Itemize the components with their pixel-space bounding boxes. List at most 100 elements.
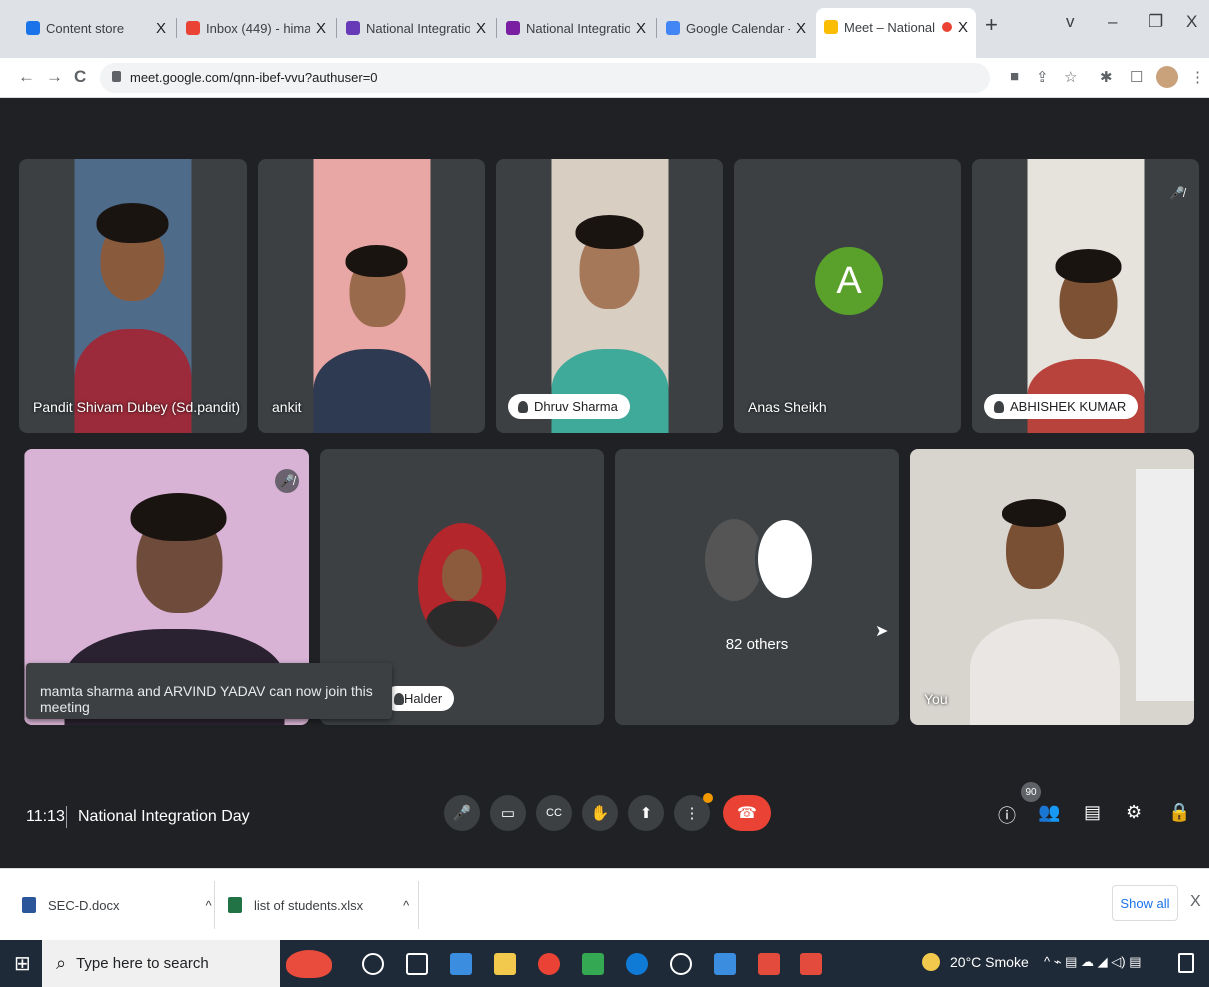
tab-national-integration[interactable]: National Integration D X (498, 10, 654, 46)
back-icon[interactable]: ← (18, 67, 35, 87)
camera-icon[interactable]: ▭ (490, 795, 526, 831)
participant-name-pill: ABHISHEK KUMAR (984, 394, 1139, 419)
lock-icon (112, 71, 121, 82)
menu-icon[interactable]: ⋮ (1190, 68, 1205, 86)
chevron-up-icon[interactable]: ^ (206, 898, 212, 913)
word-file-icon (22, 897, 36, 913)
participant-video (551, 159, 668, 433)
omnibox[interactable]: meet.google.com/qnn-ibef-vvu?authuser=0 (100, 63, 990, 93)
participant-name: ankit (272, 399, 302, 415)
present-icon[interactable]: ⬆ (628, 795, 664, 831)
search-placeholder: Type here to search (76, 955, 209, 972)
profile-avatar[interactable] (1156, 66, 1178, 88)
end-call-button[interactable]: ☎ (723, 795, 771, 831)
participant-video (1027, 159, 1144, 433)
camera-indicator-icon[interactable]: ■ (1010, 68, 1019, 85)
forward-icon[interactable]: → (46, 67, 63, 87)
tab-inbox[interactable]: Inbox (449) - himansh X (178, 10, 334, 46)
close-icon[interactable]: X (316, 20, 326, 37)
close-icon[interactable]: X (958, 19, 968, 36)
info-icon[interactable]: ⓘ (998, 802, 1016, 828)
download-item[interactable]: SEC-D.docx ^ (22, 891, 212, 919)
mic-icon[interactable]: 🎤 (444, 795, 480, 831)
meet-icon (824, 20, 838, 34)
share-icon[interactable]: ⇪ (1036, 68, 1049, 86)
participant-tile[interactable]: ankit (258, 159, 485, 433)
tab-title: National Integration D (366, 20, 470, 36)
self-video (910, 449, 1194, 725)
notification-icon[interactable] (1178, 953, 1194, 973)
downloads-bar: SEC-D.docx ^ list of students.xlsx ^ Sho… (0, 868, 1209, 940)
close-icon[interactable]: X (796, 20, 806, 37)
chevron-up-icon[interactable]: ^ (403, 898, 409, 913)
close-icon[interactable]: X (156, 20, 166, 37)
bookmark-star-icon[interactable]: ☆ (1064, 68, 1077, 86)
content-store-favicon-icon (26, 21, 40, 35)
close-icon[interactable]: X (476, 20, 486, 37)
tab-search-icon[interactable]: v (1066, 12, 1075, 32)
reload-icon[interactable]: C (74, 67, 86, 87)
self-tile[interactable]: You (910, 449, 1194, 725)
restore-icon[interactable]: ❐ (1148, 12, 1163, 32)
avatar: A (815, 247, 883, 315)
others-label: 82 others (725, 636, 789, 653)
captions-icon[interactable]: CC (536, 795, 572, 831)
participant-tile[interactable]: A Anas Sheikh (734, 159, 961, 433)
tab-content-store[interactable]: Content store X (18, 10, 174, 46)
participant-tile[interactable]: 🎤̸ ABHISHEK KUMAR (972, 159, 1199, 433)
tab-title: Google Calendar - Sat (686, 20, 790, 36)
join-notification-toast: mamta sharma and ARVIND YADAV can now jo… (26, 663, 392, 719)
close-icon[interactable]: X (636, 20, 646, 37)
weather-text[interactable]: 20°C Smoke (950, 954, 1029, 970)
task-view-icon[interactable] (406, 953, 428, 975)
window-close-icon[interactable]: X (1186, 12, 1197, 32)
taskbar-search[interactable]: ⌕ Type here to search (42, 940, 280, 987)
raise-hand-icon[interactable]: ✋ (582, 795, 618, 831)
calendar-icon (666, 21, 680, 35)
start-icon[interactable]: ⊞ (14, 951, 31, 976)
download-item[interactable]: list of students.xlsx ^ (228, 891, 409, 919)
avatar (755, 517, 815, 601)
installer-icon[interactable] (714, 953, 736, 975)
tab-title: Content store (46, 20, 125, 36)
close-downloads-icon[interactable]: X (1190, 893, 1201, 911)
participant-name-pill: Dhruv Sharma (508, 394, 630, 419)
show-all-button[interactable]: Show all (1112, 885, 1178, 921)
tab-calendar[interactable]: Google Calendar - Sat X (658, 10, 814, 46)
openai-icon[interactable] (670, 953, 692, 975)
people-icon[interactable]: 👥 (1038, 802, 1060, 823)
activities-icon[interactable]: ⚙ (1126, 802, 1142, 823)
cortana-icon[interactable] (362, 953, 384, 975)
page-icon (506, 21, 520, 35)
app-c-red-icon[interactable] (800, 953, 822, 975)
participant-video (313, 159, 430, 433)
tab-meet[interactable]: Meet – National I X (816, 8, 976, 58)
url-text[interactable]: meet.google.com/qnn-ibef-vvu?authuser=0 (130, 70, 378, 85)
new-tab-button[interactable]: + (985, 12, 998, 38)
search-icon: ⌕ (56, 953, 67, 973)
side-panel-icon[interactable]: ☐ (1130, 68, 1143, 86)
address-bar-row: ← → C meet.google.com/qnn-ibef-vvu?authu… (0, 58, 1209, 98)
participant-tile[interactable]: Dhruv Sharma (496, 159, 723, 433)
file-explorer-icon[interactable] (494, 953, 516, 975)
tab-title: National Integration D (526, 20, 630, 36)
extensions-icon[interactable]: ✱ (1100, 68, 1113, 86)
chat-icon[interactable]: ▤ (1084, 802, 1101, 823)
system-tray-icons[interactable]: ^ ⌁ ▤ ☁ ◢ ◁) ▤ (1044, 954, 1142, 970)
notification-dot (703, 793, 713, 803)
meeting-controls-bar: 11:13 National Integration Day 🎤 ▭ CC ✋ … (8, 782, 1209, 868)
excel-file-icon (228, 897, 242, 913)
weather-icon (922, 953, 940, 971)
app-c-icon[interactable] (582, 953, 604, 975)
participant-tile[interactable]: 82 others ➤ (615, 449, 899, 725)
participant-tile[interactable]: Pandit Shivam Dubey (Sd.pandit) (19, 159, 247, 433)
meeting-time: 11:13 (26, 808, 65, 825)
fruit-decoration-icon (286, 950, 332, 978)
tab-forms[interactable]: National Integration D X (338, 10, 494, 46)
app-s-icon[interactable] (758, 953, 780, 975)
chrome-icon[interactable] (538, 953, 560, 975)
edge-icon[interactable] (626, 953, 648, 975)
store-icon[interactable] (450, 953, 472, 975)
host-controls-icon[interactable]: 🔒 (1168, 802, 1190, 823)
minimize-icon[interactable]: – (1108, 12, 1117, 32)
